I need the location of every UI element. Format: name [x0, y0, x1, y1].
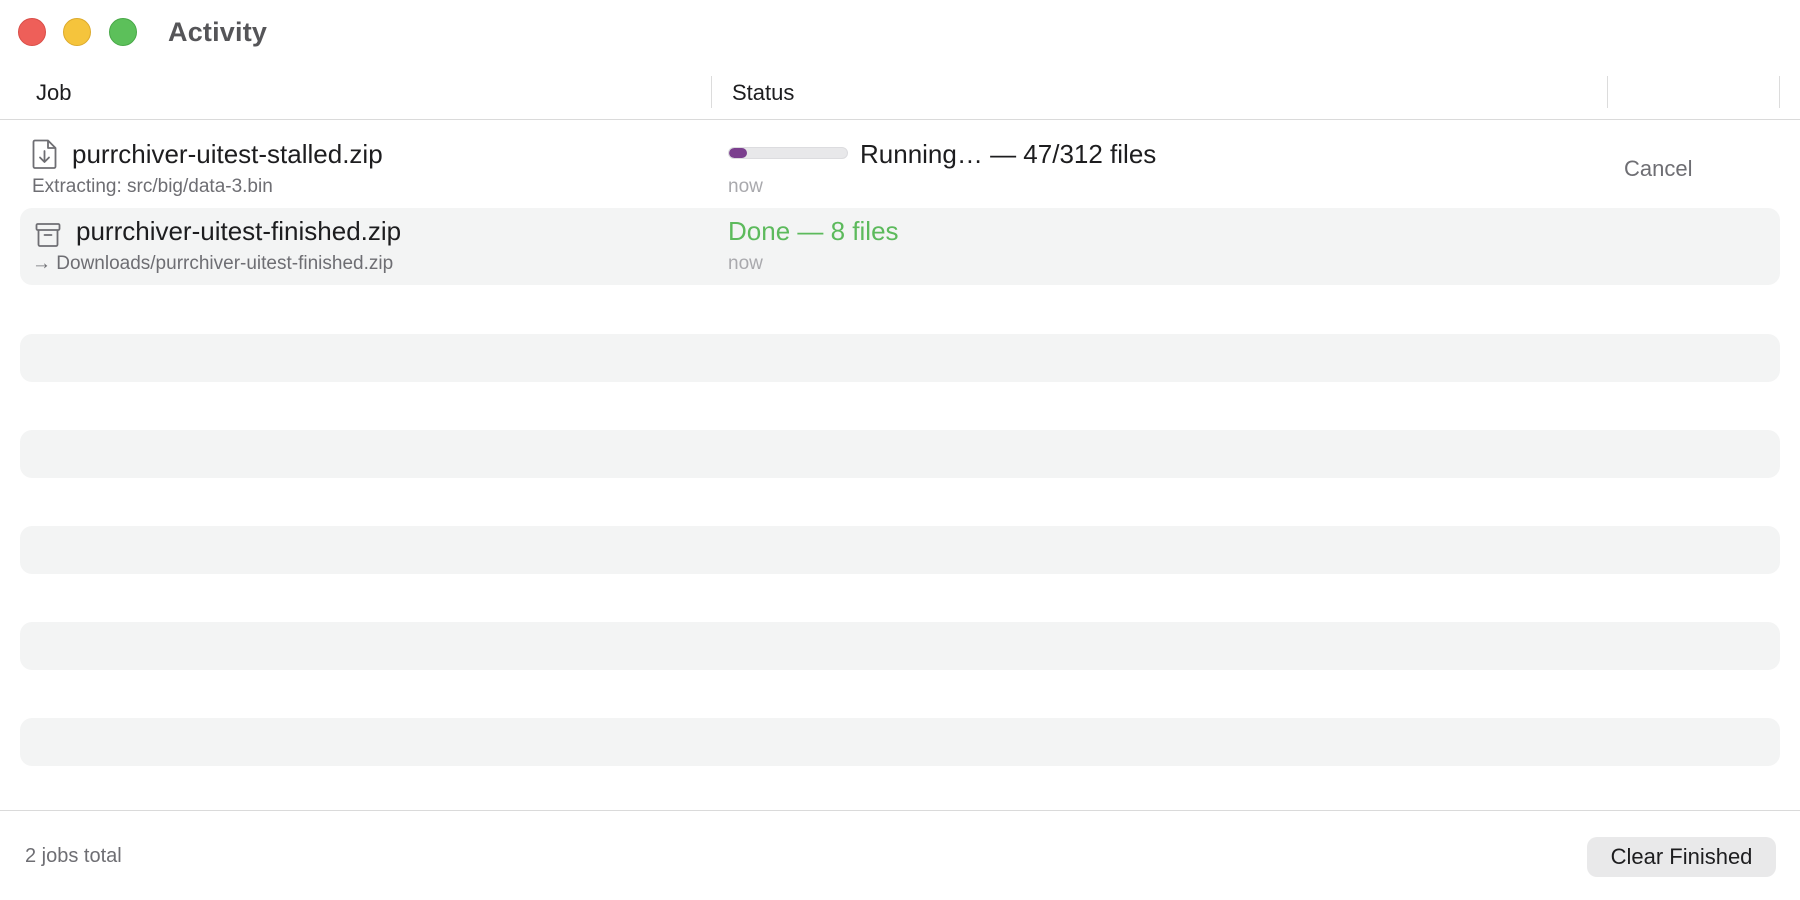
progress-bar: [728, 147, 848, 159]
column-divider[interactable]: [711, 76, 712, 108]
job-time: now: [728, 253, 763, 274]
job-time: now: [728, 176, 763, 197]
column-header-job[interactable]: Job: [36, 80, 71, 106]
window-title: Activity: [168, 17, 268, 47]
clear-finished-button[interactable]: Clear Finished: [1587, 837, 1776, 877]
empty-row: [20, 526, 1780, 574]
title-bar: Activity: [0, 0, 1800, 66]
zoom-window-button[interactable]: [109, 18, 137, 46]
empty-row: [20, 718, 1780, 766]
job-name: purrchiver-uitest-finished.zip: [76, 216, 402, 246]
job-status: Running… — 47/312 files: [860, 139, 1157, 169]
empty-row: [20, 622, 1780, 670]
progress-bar-fill: [729, 148, 747, 158]
job-detail: Extracting: src/big/data-3.bin: [32, 176, 273, 197]
job-row-stalled[interactable]: purrchiver-uitest-stalled.zip Extracting…: [20, 122, 1780, 199]
column-header: Job Status: [0, 72, 1800, 120]
job-row-finished[interactable]: purrchiver-uitest-finished.zip → Downloa…: [20, 208, 1780, 285]
job-name: purrchiver-uitest-stalled.zip: [72, 139, 383, 169]
cancel-button[interactable]: Cancel: [1624, 156, 1692, 182]
close-window-button[interactable]: [18, 18, 46, 46]
column-divider[interactable]: [1779, 76, 1780, 108]
archive-box-icon: [35, 223, 61, 247]
empty-row: [20, 430, 1780, 478]
job-detail: → Downloads/purrchiver-uitest-finished.z…: [32, 253, 394, 274]
footer-bar: 2 jobs total Clear Finished: [0, 810, 1800, 900]
minimize-window-button[interactable]: [63, 18, 91, 46]
activity-window: Activity Job Status purrchiver-uitest-st…: [0, 0, 1800, 900]
job-count: 2 jobs total: [25, 845, 122, 867]
column-divider[interactable]: [1607, 76, 1608, 108]
job-status: Done — 8 files: [728, 216, 899, 246]
empty-row: [20, 334, 1780, 382]
column-header-status[interactable]: Status: [732, 80, 794, 106]
document-download-icon: [32, 139, 57, 169]
